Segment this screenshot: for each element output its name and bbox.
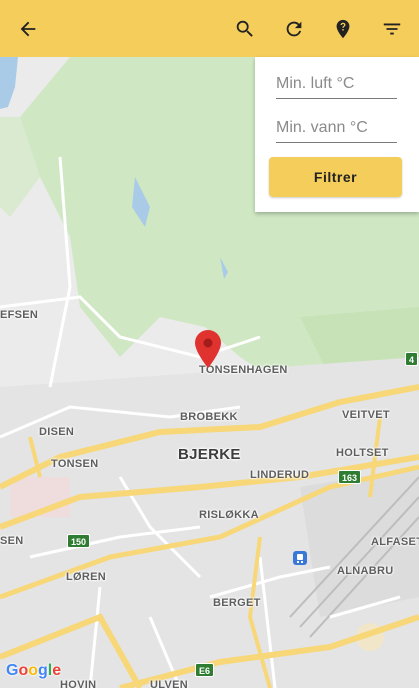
search-icon <box>236 20 253 37</box>
filter-button[interactable]: Filtrer <box>269 157 402 197</box>
filter-list-icon <box>383 23 401 35</box>
app-screen: TONSENHAGEN BROBEKK VEITVET DISEN BJERKE… <box>0 0 419 688</box>
min-water-temp-input[interactable] <box>276 113 397 143</box>
place-label: BERGET <box>213 597 261 609</box>
location-button[interactable] <box>324 10 362 48</box>
transit-station-icon <box>293 551 307 565</box>
place-label: RISLØKKA <box>199 509 259 521</box>
place-label: DISEN <box>39 426 75 438</box>
place-label: BROBEKK <box>180 411 238 423</box>
place-label: HOVIN <box>60 679 97 688</box>
place-label: ALNABRU <box>337 565 394 577</box>
location-help-icon <box>336 19 350 39</box>
min-air-temp-input[interactable] <box>276 69 397 99</box>
route-shield: 4 <box>405 352 419 366</box>
search-button[interactable] <box>226 10 264 48</box>
place-label: LØREN <box>66 571 106 583</box>
place-label: BJERKE <box>178 446 241 463</box>
place-label: SEN <box>0 535 24 547</box>
refresh-button[interactable] <box>275 10 313 48</box>
route-shield: E6 <box>195 663 215 677</box>
route-shield: 163 <box>338 470 362 484</box>
place-label: EFSEN <box>0 309 39 321</box>
filter-toggle-button[interactable] <box>373 10 411 48</box>
place-label: TONSEN <box>51 458 99 470</box>
filter-panel: Filtrer <box>255 57 419 212</box>
back-button[interactable] <box>9 10 47 48</box>
google-logo: Google <box>6 662 62 679</box>
place-label: HOLTSET <box>336 447 389 459</box>
place-label: LINDERUD <box>250 469 310 481</box>
place-label: VEITVET <box>342 409 390 421</box>
map-marker-icon[interactable] <box>195 330 221 368</box>
refresh-icon <box>286 21 302 37</box>
arrow-back-icon <box>20 21 36 37</box>
top-app-bar <box>0 0 419 57</box>
place-label: ALFASET <box>371 536 419 548</box>
route-shield: 150 <box>67 534 91 548</box>
place-label: ULVEN <box>150 679 188 688</box>
